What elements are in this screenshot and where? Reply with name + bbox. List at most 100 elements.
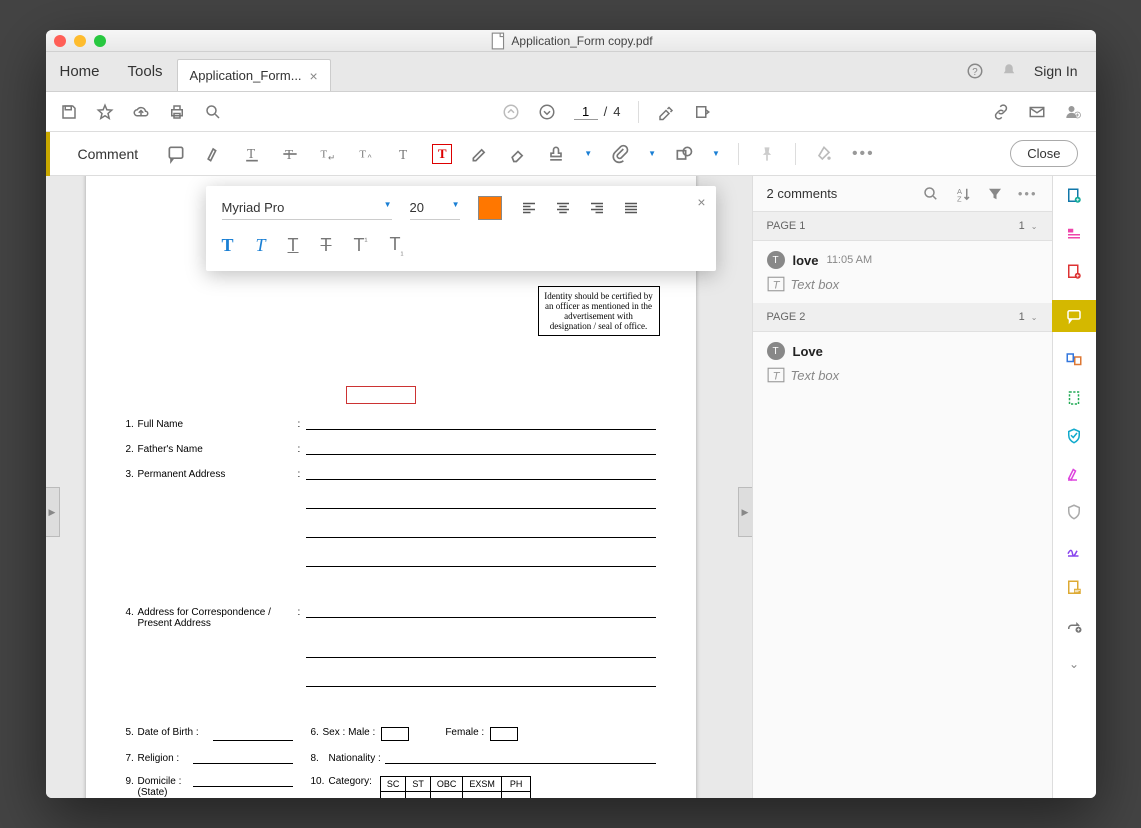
- print-icon[interactable]: [168, 103, 186, 121]
- sort-icon[interactable]: AZ: [954, 185, 972, 203]
- more-icon[interactable]: •••: [852, 145, 875, 163]
- replace-text-icon[interactable]: T↵: [318, 144, 338, 164]
- mail-icon[interactable]: [1028, 103, 1046, 121]
- page-up-icon[interactable]: [502, 103, 520, 121]
- chevron-down-icon[interactable]: ▼: [648, 149, 656, 158]
- expand-rail-icon[interactable]: ⌄: [1062, 654, 1086, 674]
- close-tab-icon[interactable]: ×: [310, 68, 318, 84]
- field-domicile-label: Domicile :: [138, 776, 182, 787]
- text-format-popup: × Myriad Pro▼ 20▼ T T T T: [206, 186, 716, 271]
- comment-item[interactable]: T love 11:05 AM T Text box: [753, 241, 1052, 303]
- comment-rail-icon[interactable]: [1052, 300, 1096, 332]
- cloud-icon[interactable]: [132, 103, 150, 121]
- minimize-window-button[interactable]: [74, 35, 86, 47]
- bold-icon[interactable]: T: [222, 235, 234, 256]
- pencil-icon[interactable]: [470, 144, 490, 164]
- maximize-window-button[interactable]: [94, 35, 106, 47]
- tools-rail: ⌄: [1052, 176, 1096, 798]
- comment-toolbar-label: Comment: [68, 146, 149, 162]
- home-tab[interactable]: Home: [46, 51, 114, 91]
- page-sep: /: [604, 104, 608, 119]
- fill-sign-rail-icon[interactable]: [1062, 464, 1086, 484]
- star-icon[interactable]: [96, 103, 114, 121]
- identity-box: Identity should be certified by an offic…: [538, 286, 660, 336]
- edit-pdf-icon[interactable]: [1062, 224, 1086, 244]
- save-icon[interactable]: [60, 103, 78, 121]
- document-tab[interactable]: Application_Form... ×: [177, 59, 331, 91]
- enhance-scan-icon[interactable]: [1062, 388, 1086, 408]
- font-family-select[interactable]: Myriad Pro▼: [222, 196, 392, 220]
- organize-icon[interactable]: [1062, 350, 1086, 370]
- svg-text:T: T: [772, 280, 780, 292]
- pin-icon[interactable]: [757, 144, 777, 164]
- align-center-icon[interactable]: [554, 199, 572, 217]
- protect-icon[interactable]: [1062, 426, 1086, 446]
- shield-icon[interactable]: [1062, 502, 1086, 522]
- eraser-icon[interactable]: [508, 144, 528, 164]
- document-area: ▶ Identity should be certified by an off…: [46, 176, 752, 798]
- right-panel-toggle[interactable]: ▶: [738, 487, 752, 537]
- strikethrough-icon[interactable]: T: [280, 144, 300, 164]
- sign-tool-icon[interactable]: [693, 103, 711, 121]
- superscript-icon[interactable]: T¹: [354, 235, 368, 256]
- tools-tab[interactable]: Tools: [114, 51, 177, 91]
- text-color-swatch[interactable]: [478, 196, 502, 220]
- page-section-1[interactable]: PAGE 1 1⌄: [753, 212, 1052, 241]
- align-left-icon[interactable]: [520, 199, 538, 217]
- italic-icon[interactable]: T: [256, 235, 266, 256]
- comment-avatar-icon: T: [767, 251, 785, 269]
- svg-text:T: T: [772, 371, 780, 383]
- strikethrough-btn-icon[interactable]: T: [321, 235, 332, 256]
- left-panel-toggle[interactable]: ▶: [46, 487, 60, 537]
- close-panel-button[interactable]: Close: [1010, 140, 1077, 167]
- help-icon[interactable]: ?: [966, 62, 984, 80]
- underline-text-icon[interactable]: T: [242, 144, 262, 164]
- text-comment-icon[interactable]: T: [394, 144, 414, 164]
- align-justify-icon[interactable]: [622, 199, 640, 217]
- more-tools-icon[interactable]: [1062, 616, 1086, 636]
- chevron-down-icon[interactable]: ▼: [712, 149, 720, 158]
- field-religion-label: Religion :: [138, 753, 193, 764]
- send-icon[interactable]: [1062, 578, 1086, 598]
- close-popup-icon[interactable]: ×: [697, 194, 705, 210]
- textbox-tool-icon[interactable]: T: [432, 144, 452, 164]
- close-window-button[interactable]: [54, 35, 66, 47]
- insert-text-icon[interactable]: T^: [356, 144, 376, 164]
- sticky-note-icon[interactable]: [166, 144, 186, 164]
- paint-icon[interactable]: [814, 144, 834, 164]
- add-user-icon[interactable]: [1064, 103, 1082, 121]
- chevron-down-icon[interactable]: ▼: [584, 149, 592, 158]
- comments-count: 2 comments: [767, 186, 908, 201]
- search-icon[interactable]: [204, 103, 222, 121]
- highlight-text-icon[interactable]: [204, 144, 224, 164]
- search-comments-icon[interactable]: [922, 185, 940, 203]
- subscript-icon[interactable]: T₁: [390, 234, 404, 257]
- page-number-input[interactable]: [574, 104, 598, 120]
- page-down-icon[interactable]: [538, 103, 556, 121]
- highlight-tool-icon[interactable]: [657, 103, 675, 121]
- underline-icon[interactable]: T: [288, 235, 299, 256]
- export-pdf-icon[interactable]: [1062, 262, 1086, 282]
- field-sex-label: Sex : Male :: [323, 727, 376, 741]
- document-tab-label: Application_Form...: [190, 68, 302, 83]
- comment-item[interactable]: T Love T Text box: [753, 332, 1052, 394]
- text-annotation-box[interactable]: [346, 386, 416, 404]
- svg-text:^: ^: [368, 152, 372, 162]
- field-dob-label: Date of Birth :: [138, 727, 213, 741]
- align-right-icon[interactable]: [588, 199, 606, 217]
- shapes-icon[interactable]: [674, 144, 694, 164]
- filter-icon[interactable]: [986, 185, 1004, 203]
- create-pdf-icon[interactable]: [1062, 186, 1086, 206]
- page-total: 4: [613, 104, 620, 119]
- stamp-icon[interactable]: [546, 144, 566, 164]
- app-window: Application_Form copy.pdf Home Tools App…: [46, 30, 1096, 798]
- link-icon[interactable]: [992, 103, 1010, 121]
- sign-in-link[interactable]: Sign In: [1034, 63, 1078, 79]
- page-section-2[interactable]: PAGE 2 1⌄: [753, 303, 1052, 332]
- more-comments-icon[interactable]: •••: [1018, 186, 1038, 201]
- font-size-select[interactable]: 20▼: [410, 196, 460, 220]
- attach-icon[interactable]: [610, 144, 630, 164]
- sign-rail-icon[interactable]: [1062, 540, 1086, 560]
- titlebar: Application_Form copy.pdf: [46, 30, 1096, 52]
- bell-icon[interactable]: [1000, 62, 1018, 80]
